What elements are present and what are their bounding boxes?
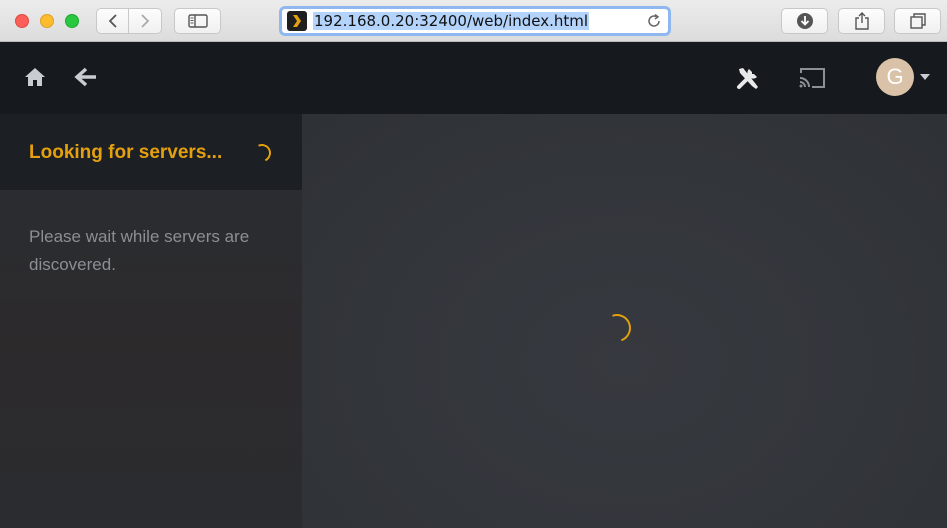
sidebar-button[interactable] [174, 8, 221, 34]
user-avatar[interactable]: G [876, 58, 914, 96]
settings-tools-icon [737, 68, 758, 89]
reload-icon[interactable] [646, 13, 662, 29]
plex-favicon [287, 11, 307, 31]
browser-toolbar: 192.168.0.20:32400/web/index.html [0, 0, 947, 42]
download-button[interactable] [781, 8, 828, 34]
forward-icon [141, 14, 150, 28]
back-button[interactable] [97, 9, 130, 33]
window-maximize-button[interactable] [65, 14, 79, 28]
forward-button[interactable] [129, 9, 161, 33]
cast-button[interactable] [797, 65, 827, 91]
chevron-down-icon[interactable] [920, 74, 930, 80]
nav-button-group [96, 8, 162, 34]
panel-message: Please wait while servers are discovered… [29, 227, 250, 274]
settings-button[interactable] [734, 64, 762, 92]
show-tabs-button[interactable] [894, 8, 941, 34]
url-text[interactable]: 192.168.0.20:32400/web/index.html [313, 12, 590, 30]
app-back-button[interactable] [74, 66, 98, 88]
back-arrow-icon [74, 67, 96, 87]
window-minimize-button[interactable] [40, 14, 54, 28]
loading-spinner-icon [250, 141, 274, 165]
tabs-icon [909, 13, 926, 29]
app-header: G [0, 42, 947, 114]
url-bar[interactable]: 192.168.0.20:32400/web/index.html [279, 6, 671, 36]
home-button[interactable] [24, 66, 46, 88]
main-content [302, 114, 947, 528]
sidebar-icon [187, 14, 208, 28]
cast-icon [799, 68, 825, 88]
back-icon [108, 14, 117, 28]
window-close-button[interactable] [15, 14, 29, 28]
panel-header: Looking for servers... [0, 114, 302, 190]
main-loading-spinner-icon [598, 309, 636, 347]
home-icon [25, 68, 45, 86]
server-panel: Looking for servers... Please wait while… [0, 114, 302, 528]
share-button[interactable] [838, 8, 885, 34]
download-icon [796, 13, 813, 29]
panel-title: Looking for servers... [29, 142, 223, 163]
share-icon [854, 12, 869, 30]
